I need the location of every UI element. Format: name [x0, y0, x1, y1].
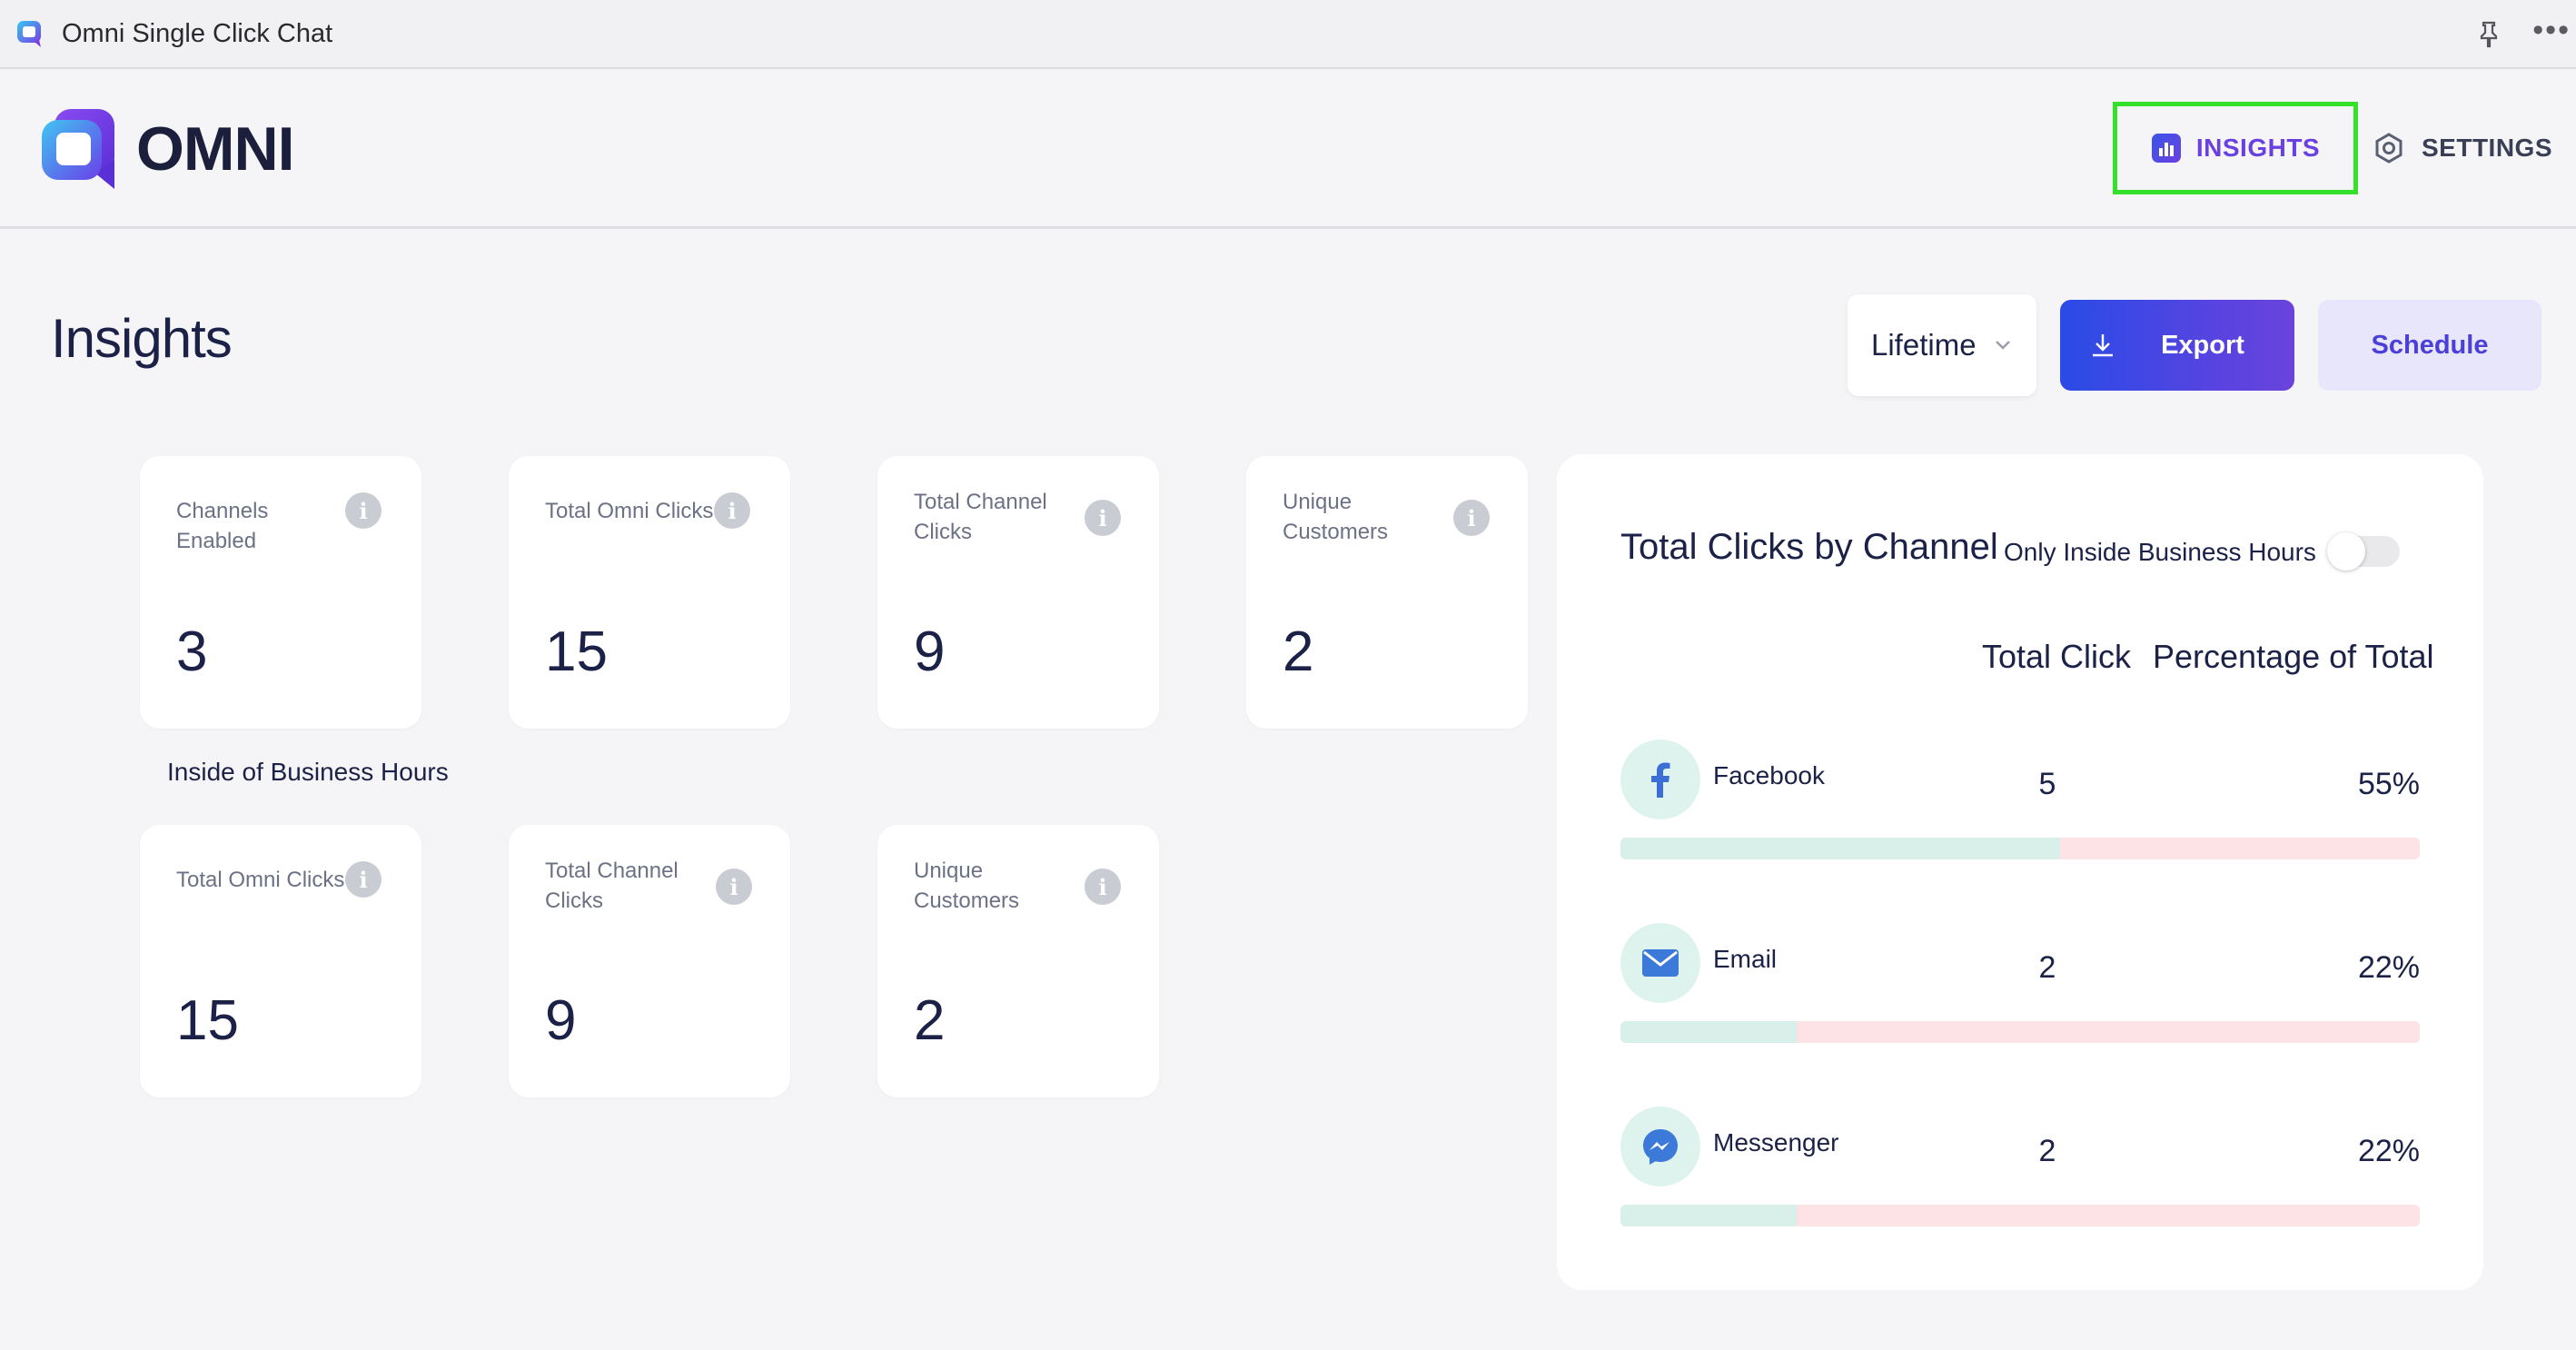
stat-label: Unique Customers [914, 859, 1020, 913]
omni-logo-text: OMNI [136, 114, 295, 184]
info-icon[interactable]: i [716, 869, 752, 905]
channel-bar-track [1620, 1205, 2420, 1226]
channel-bar-track [1620, 1021, 2420, 1043]
top-nav: INSIGHTS SETTINGS [2112, 102, 2576, 194]
business-hours-section-label: Inside of Business Hours [167, 758, 449, 786]
bar-chart-icon [2151, 134, 2181, 163]
info-icon[interactable]: i [1453, 500, 1490, 536]
stat-label: Total Omni Clicks [176, 868, 345, 892]
stat-value: 2 [1283, 620, 1314, 683]
stat-card-total-omni-clicks: Total Omni Clicks i 15 [509, 456, 790, 729]
channel-count: 2 [2038, 1134, 2056, 1168]
info-icon[interactable]: i [345, 492, 381, 529]
stat-label: Total Channel Clicks [914, 490, 1047, 544]
channel-row-email: Email 2 22% [1620, 923, 2420, 1050]
period-select[interactable]: Lifetime [1848, 294, 2036, 396]
nav-insights-label: INSIGHTS [2195, 134, 2321, 162]
facebook-icon [1620, 740, 1700, 819]
channel-name: Messenger [1713, 1128, 1839, 1156]
chevron-down-icon [1996, 341, 2010, 350]
gear-icon [2375, 133, 2403, 164]
omni-logo-icon [42, 109, 114, 189]
stat-card-unique-customers: Unique Customers i 2 [1246, 456, 1528, 729]
email-icon [1620, 923, 1700, 1003]
window-title: Omni Single Click Chat [62, 18, 333, 48]
schedule-button[interactable]: Schedule [2318, 300, 2541, 391]
channel-bar-fill [1620, 1205, 1797, 1226]
export-label: Export [2161, 330, 2244, 360]
stat-label: Unique Customers [1283, 490, 1389, 544]
stat-label: Channels Enabled [176, 499, 269, 553]
app-icon [17, 21, 41, 47]
business-hours-toggle[interactable] [2327, 532, 2400, 571]
stat-value: 15 [176, 989, 239, 1052]
stat-card-total-channel-clicks: Total Channel Clicks i 9 [877, 456, 1159, 729]
messenger-icon [1620, 1107, 1700, 1186]
more-options-icon[interactable]: ••• [2532, 15, 2571, 55]
nav-insights[interactable]: INSIGHTS [2112, 102, 2358, 194]
channel-bar-fill [1620, 1021, 1797, 1043]
app-header: OMNI INSIGHTS SETTINGS [0, 71, 2576, 229]
info-icon[interactable]: i [345, 861, 381, 898]
stat-value: 9 [545, 989, 577, 1052]
nav-settings-label: SETTINGS [2421, 134, 2552, 162]
channel-row-facebook: Facebook 5 55% [1620, 740, 2420, 867]
business-hours-toggle-label: Only Inside Business Hours [2004, 538, 2316, 566]
stat-card-bh-total-channel-clicks: Total Channel Clicks i 9 [509, 825, 790, 1097]
stat-value: 9 [914, 620, 946, 683]
stat-value: 15 [545, 620, 608, 683]
channel-name: Facebook [1713, 761, 1825, 789]
pin-icon[interactable] [2472, 18, 2505, 51]
stat-card-bh-total-omni-clicks: Total Omni Clicks i 15 [140, 825, 421, 1097]
window-titlebar: Omni Single Click Chat ••• [0, 0, 2576, 69]
channel-count: 2 [2038, 950, 2056, 985]
info-icon[interactable]: i [1085, 500, 1121, 536]
column-header-total-click: Total Click [1982, 638, 2132, 675]
channel-name: Email [1713, 945, 1778, 973]
channel-percent: 22% [2357, 950, 2420, 985]
toggle-knob [2327, 532, 2365, 571]
download-icon [2093, 334, 2114, 357]
channel-bar-track [1620, 838, 2420, 859]
stat-label: Total Channel Clicks [545, 859, 679, 913]
channel-count: 5 [2038, 767, 2056, 801]
stat-card-bh-unique-customers: Unique Customers i 2 [877, 825, 1159, 1097]
stat-label: Total Omni Clicks [545, 499, 714, 523]
clicks-by-channel-panel: Total Clicks by Channel Only Inside Busi… [1557, 454, 2483, 1290]
export-button[interactable]: Export [2060, 300, 2294, 391]
panel-title: Total Clicks by Channel [1620, 527, 1998, 567]
info-icon[interactable]: i [714, 492, 750, 529]
channel-row-messenger: Messenger 2 22% [1620, 1107, 2420, 1234]
info-icon[interactable]: i [1085, 869, 1121, 905]
stat-value: 2 [914, 989, 946, 1052]
stat-value: 3 [176, 620, 208, 683]
channel-percent: 55% [2357, 767, 2420, 801]
channel-bar-fill [1620, 838, 2060, 859]
period-select-value: Lifetime [1871, 328, 1977, 362]
page-title: Insights [51, 308, 233, 369]
channel-percent: 22% [2357, 1134, 2420, 1168]
stat-card-channels-enabled: Channels Enabled i 3 [140, 456, 421, 729]
nav-settings[interactable]: SETTINGS [2373, 102, 2552, 194]
column-header-percentage: Percentage of Total [2153, 638, 2434, 675]
schedule-label: Schedule [2371, 330, 2489, 360]
omni-logo[interactable]: OMNI [42, 109, 295, 189]
